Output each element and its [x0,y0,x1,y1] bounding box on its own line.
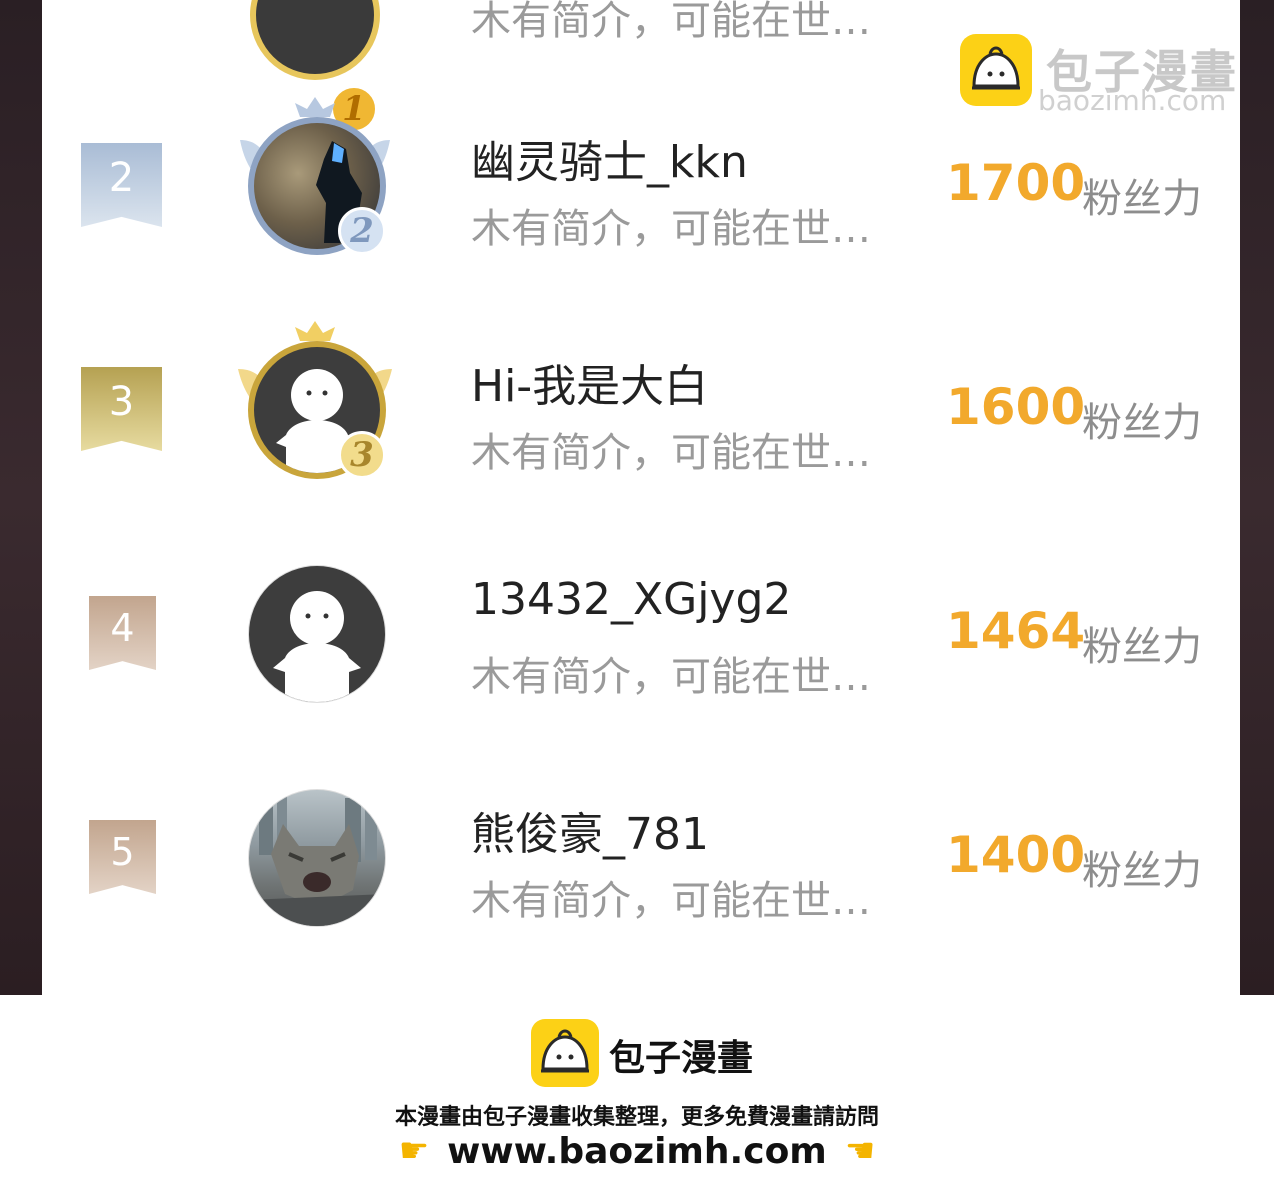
user-name[interactable]: 幽灵骑士_kkn [471,126,748,190]
leaderboard-row-4[interactable]: 4 13432_XGjyg2 木有简介，可能在世… 1464 粉丝力 [42,528,1240,752]
medal-icon-2: 2 [338,207,386,255]
rank-badge-bronze: 5 [89,820,156,894]
leaderboard-row-3[interactable]: 3 3 Hi-我是大白 木有简介，可能在世… 1600 粉丝力 [42,304,1240,528]
user-intro: 木有简介，可能在世… [471,878,871,924]
pointing-right-hand-icon: ☛ [398,1131,430,1171]
background-left [0,0,42,995]
pointing-left-hand-icon: ☚ [844,1131,876,1171]
fan-score: 1600 [946,378,1086,436]
cat-photo-icon [249,790,385,926]
rank-badge-bronze: 4 [89,596,156,670]
fan-score-unit: 粉丝力 [1082,624,1202,670]
default-avatar-icon [273,591,361,702]
footer-url-row: ☛ www.baozimh.com ☚ [0,1129,1274,1173]
user-intro: 木有简介，可能在世… [471,206,871,252]
footer-title: 包子漫畫 [609,1038,754,1079]
user-name[interactable]: 13432_XGjyg2 [471,574,791,625]
background-right [1240,0,1274,995]
avatar-frame [220,767,410,957]
user-intro: 木有简介，可能在世… [471,430,871,476]
footer-url-link[interactable]: www.baozimh.com [447,1131,827,1172]
watermark: 包子漫畫 baozimh.com [960,34,1240,124]
baozi-logo-icon [960,34,1032,106]
user-name[interactable]: 熊俊豪_781 [471,798,709,862]
rank-badge-silver: 2 [81,143,162,227]
watermark-url: baozimh.com [1038,84,1227,117]
medal-icon-3: 3 [338,431,386,479]
avatar [248,789,386,927]
avatar-frame-silver: 2 [220,95,410,285]
fan-score: 1700 [946,154,1086,212]
baozi-logo-icon [531,1019,599,1087]
avatar-frame-gold: 3 [220,319,410,509]
user-intro: 木有简介，可能在世… [471,0,871,44]
leaderboard-panel: 1 木有简介，可能在世… 2 2 幽灵骑士_kkn 木有简介，可能在世… 170… [42,0,1240,995]
fan-score-unit: 粉丝力 [1082,176,1202,222]
fan-score: 1400 [946,826,1086,884]
footer-note: 本漫畫由包子漫畫收集整理，更多免費漫畫請訪問 [394,1105,879,1130]
avatar [250,0,380,80]
leaderboard-row-5[interactable]: 5 熊俊豪_781 木有简介，可能在世… 1400 粉丝力 [42,752,1240,976]
user-name[interactable]: Hi-我是大白 [471,350,708,414]
avatar-frame [220,543,410,733]
fan-score: 1464 [946,602,1086,660]
avatar [248,565,386,703]
fan-score-unit: 粉丝力 [1082,848,1202,894]
user-intro: 木有简介，可能在世… [471,654,871,700]
rank-badge-gold: 3 [81,367,162,451]
fan-score-unit: 粉丝力 [1082,400,1202,446]
footer: 包子漫畫 本漫畫由包子漫畫收集整理，更多免費漫畫請訪問 ☛ www.baozim… [0,995,1274,1195]
